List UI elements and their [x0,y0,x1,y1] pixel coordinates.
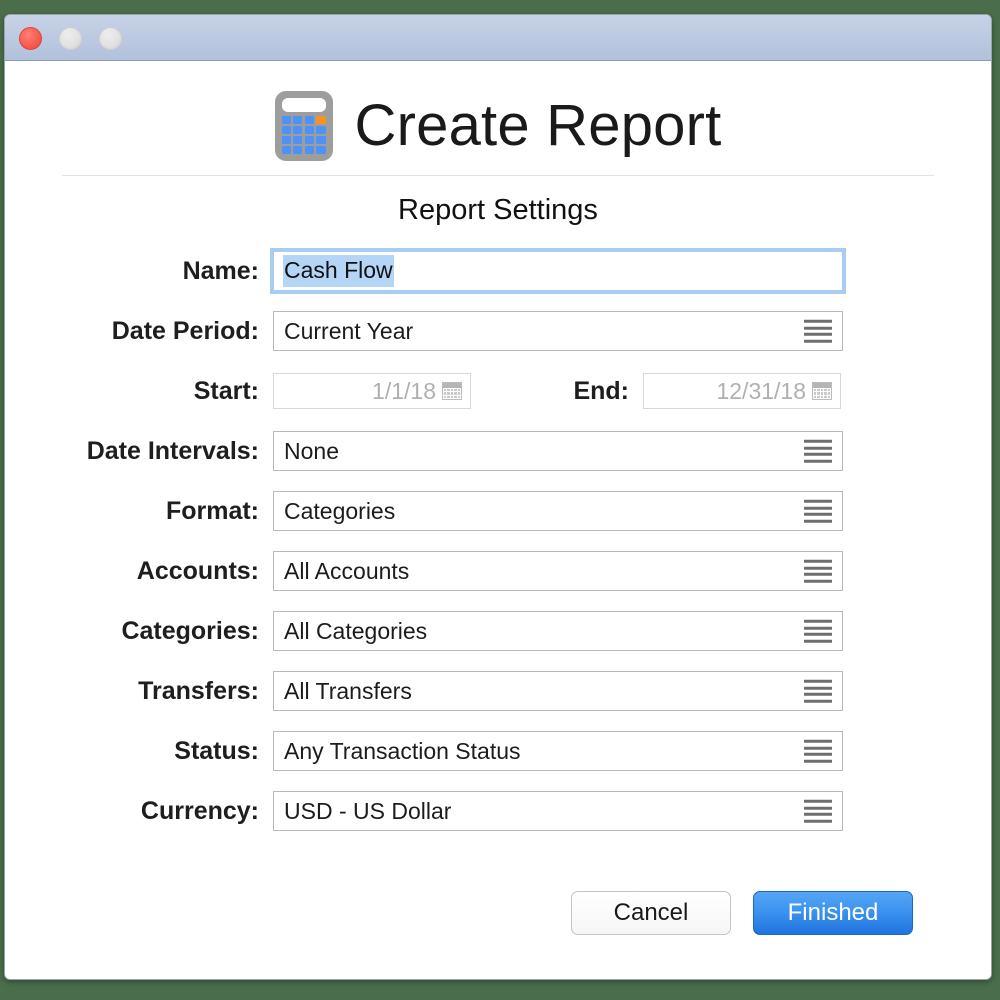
date-period-label: Date Period: [5,317,273,346]
row-status: Status: Any Transaction Status [5,731,991,771]
accounts-popup[interactable]: All Accounts [273,551,843,591]
format-label: Format: [5,497,273,526]
name-input[interactable]: Cash Flow [273,251,843,291]
header-divider [62,175,934,176]
row-currency: Currency: USD - US Dollar [5,791,991,831]
date-period-value: Current Year [274,318,413,345]
row-date-period: Date Period: Current Year [5,311,991,351]
name-input-value: Cash Flow [283,255,394,287]
format-popup[interactable]: Categories [273,491,843,531]
currency-label: Currency: [5,797,273,826]
date-intervals-popup[interactable]: None [273,431,843,471]
window-titlebar [5,15,991,61]
end-date-value: 12/31/18 [716,378,806,405]
date-period-popup[interactable]: Current Year [273,311,843,351]
window-controls [19,27,122,50]
categories-label: Categories: [5,617,273,646]
dialog-footer: Cancel Finished [571,891,913,935]
categories-value: All Categories [274,618,427,645]
calculator-display [282,98,326,112]
currency-popup[interactable]: USD - US Dollar [273,791,843,831]
start-date-input[interactable]: 1/1/18 [273,373,471,409]
categories-popup[interactable]: All Categories [273,611,843,651]
row-date-intervals: Date Intervals: None [5,431,991,471]
format-value: Categories [274,498,395,525]
calculator-keys [282,116,326,154]
menu-icon [804,740,832,763]
calendar-icon[interactable] [442,382,462,400]
zoom-button[interactable] [99,27,122,50]
page-title: Create Report [355,97,722,155]
menu-icon [804,800,832,823]
status-popup[interactable]: Any Transaction Status [273,731,843,771]
row-format: Format: Categories [5,491,991,531]
transfers-popup[interactable]: All Transfers [273,671,843,711]
dialog-header: Create Report [5,61,991,153]
date-intervals-value: None [274,438,339,465]
menu-icon [804,440,832,463]
close-button[interactable] [19,27,42,50]
minimize-button[interactable] [59,27,82,50]
currency-value: USD - US Dollar [274,798,451,825]
accounts-label: Accounts: [5,557,273,586]
cancel-button[interactable]: Cancel [571,891,731,935]
row-categories: Categories: All Categories [5,611,991,651]
name-label: Name: [5,257,273,286]
start-date-value: 1/1/18 [372,378,436,405]
menu-icon [804,500,832,523]
calendar-icon[interactable] [812,382,832,400]
menu-icon [804,320,832,343]
row-start-end: Start: 1/1/18 End: 12/31/18 [5,371,991,411]
row-transfers: Transfers: All Transfers [5,671,991,711]
calculator-icon [275,91,333,161]
transfers-value: All Transfers [274,678,412,705]
end-date-input[interactable]: 12/31/18 [643,373,841,409]
status-label: Status: [5,737,273,766]
row-accounts: Accounts: All Accounts [5,551,991,591]
dialog-content: Create Report Report Settings Name: Cash… [5,61,991,979]
menu-icon [804,620,832,643]
start-label: Start: [5,377,273,406]
status-value: Any Transaction Status [274,738,521,765]
transfers-label: Transfers: [5,677,273,706]
section-title: Report Settings [5,194,991,227]
finished-button[interactable]: Finished [753,891,913,935]
create-report-window: Create Report Report Settings Name: Cash… [4,14,992,980]
menu-icon [804,560,832,583]
report-settings-form: Name: Cash Flow Date Period: Current Yea… [5,251,991,831]
accounts-value: All Accounts [274,558,409,585]
row-name: Name: Cash Flow [5,251,991,291]
end-label: End: [471,377,643,406]
date-intervals-label: Date Intervals: [5,437,273,466]
menu-icon [804,680,832,703]
